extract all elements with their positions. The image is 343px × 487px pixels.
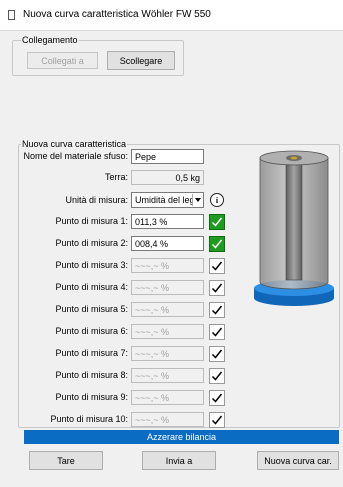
material-label: Nome del materiale sfuso:	[23, 151, 128, 161]
disconnect-button[interactable]: Scollegare	[107, 51, 175, 70]
send-button[interactable]: Invia a	[142, 451, 216, 470]
measurement-point-label: Punto di misura 5:	[55, 304, 128, 314]
measurement-point-input[interactable]: ~~~,~ %	[131, 324, 204, 339]
confirm-point-button[interactable]	[209, 390, 225, 406]
confirm-point-button[interactable]	[209, 368, 225, 384]
measurement-point-input[interactable]: ~~~,~ %	[131, 412, 204, 427]
measurement-point-input[interactable]: 011,3 %	[131, 214, 204, 229]
measurement-point-label: Punto di misura 10:	[50, 414, 128, 424]
confirm-point-button[interactable]	[209, 302, 225, 318]
measurement-point-input[interactable]: ~~~,~ %	[131, 258, 204, 273]
status-bar: Azzerare bilancia	[24, 430, 339, 444]
tare-button[interactable]: Tare	[29, 451, 103, 470]
confirm-point-button[interactable]	[209, 412, 225, 428]
chevron-down-icon[interactable]	[192, 194, 203, 206]
new-curve-button[interactable]: Nuova curva car.	[257, 451, 339, 470]
measurement-point-label: Punto di misura 9:	[55, 392, 128, 402]
measurement-point-input[interactable]: 008,4 %	[131, 236, 204, 251]
info-icon[interactable]: i	[210, 193, 224, 207]
confirm-point-button[interactable]	[209, 236, 225, 252]
measurement-point-input[interactable]: ~~~,~ %	[131, 302, 204, 317]
measurement-point-input[interactable]: ~~~,~ %	[131, 390, 204, 405]
confirm-point-button[interactable]	[209, 214, 225, 230]
measurement-point-label: Punto di misura 3:	[55, 260, 128, 270]
confirm-point-button[interactable]	[209, 346, 225, 362]
unit-select[interactable]: Umidità del leg	[131, 192, 204, 208]
measurement-point-label: Punto di misura 7:	[55, 348, 128, 358]
window-title: Nuova curva caratteristica Wöhler FW 550	[23, 9, 211, 20]
confirm-point-button[interactable]	[209, 258, 225, 274]
material-name-input[interactable]: Pepe	[131, 149, 204, 164]
container-illustration	[254, 150, 334, 306]
tare-label: Terra:	[104, 172, 128, 182]
connection-legend: Collegamento	[21, 35, 79, 45]
measurement-point-input[interactable]: ~~~,~ %	[131, 368, 204, 383]
measurement-point-label: Punto di misura 4:	[55, 282, 128, 292]
tare-value-field: 0,5 kg	[131, 170, 204, 185]
measurement-point-input[interactable]: ~~~,~ %	[131, 280, 204, 295]
measurement-point-label: Punto di misura 8:	[55, 370, 128, 380]
measurement-point-label: Punto di misura 1:	[55, 216, 128, 226]
unit-select-value: Umidità del leg	[135, 195, 192, 205]
new-curve-legend: Nuova curva caratteristica	[21, 139, 128, 149]
connect-button[interactable]: Collegati a	[27, 52, 98, 69]
unit-label: Unità di misura:	[65, 195, 128, 205]
confirm-point-button[interactable]	[209, 280, 225, 296]
measurement-point-label: Punto di misura 2:	[55, 238, 128, 248]
measurement-point-input[interactable]: ~~~,~ %	[131, 346, 204, 361]
title-bar: Nuova curva caratteristica Wöhler FW 550	[0, 0, 343, 31]
app-icon	[8, 10, 15, 20]
confirm-point-button[interactable]	[209, 324, 225, 340]
measurement-point-label: Punto di misura 6:	[55, 326, 128, 336]
